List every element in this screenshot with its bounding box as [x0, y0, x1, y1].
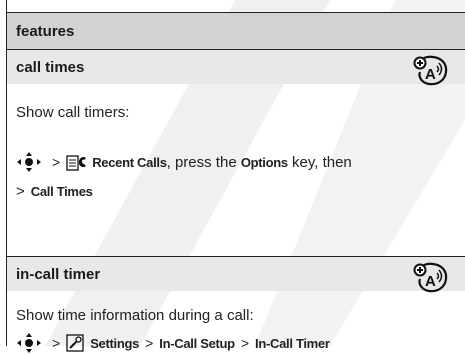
call-times-item[interactable]: Call Times [31, 184, 93, 199]
section-call-times: call times A Show call timers: > Recent … [7, 50, 465, 256]
nav-path-line: > Settings > In-Call Setup > In-Call Tim… [16, 332, 330, 354]
recent-calls-menu[interactable]: Recent Calls [92, 155, 167, 170]
section-description: Show time information during a call: [16, 307, 254, 324]
table-header-title: features [16, 23, 75, 40]
section-title: in-call timer [16, 266, 101, 283]
svg-text:A: A [425, 66, 436, 83]
section-title-bar: call times [7, 50, 465, 84]
nav-separator: > [52, 154, 61, 170]
nav-key-icon [17, 333, 41, 353]
recent-calls-icon [66, 155, 87, 171]
nav-separator: > [52, 335, 61, 351]
svg-text:A: A [425, 273, 436, 290]
nav-key-icon [17, 152, 41, 172]
in-call-timer-item[interactable]: In-Call Timer [255, 336, 330, 351]
network-feature-icon: A [413, 262, 448, 293]
section-title-bar: in-call timer [7, 257, 465, 291]
nav-separator: > [240, 335, 250, 351]
features-table: features call times A Show call timers: … [6, 0, 465, 353]
options-key[interactable]: Options [241, 155, 288, 170]
path-text-2: key, then [287, 153, 352, 171]
section-in-call-timer: in-call timer A Show time information du… [7, 257, 465, 353]
settings-icon [66, 334, 84, 352]
network-feature-icon: A [413, 55, 448, 86]
in-call-setup-item[interactable]: In-Call Setup [159, 336, 235, 351]
nav-path-line-1: > Recent Calls , press the Options key, … [16, 151, 352, 173]
section-title: call times [16, 59, 85, 76]
nav-path-line-2: > Call Times [16, 183, 93, 200]
nav-separator: > [16, 183, 25, 200]
path-text-1: , press the [166, 153, 241, 171]
settings-menu[interactable]: Settings [90, 336, 139, 351]
section-description: Show call timers: [16, 104, 130, 121]
table-header: features [7, 12, 465, 50]
nav-separator: > [145, 335, 154, 351]
